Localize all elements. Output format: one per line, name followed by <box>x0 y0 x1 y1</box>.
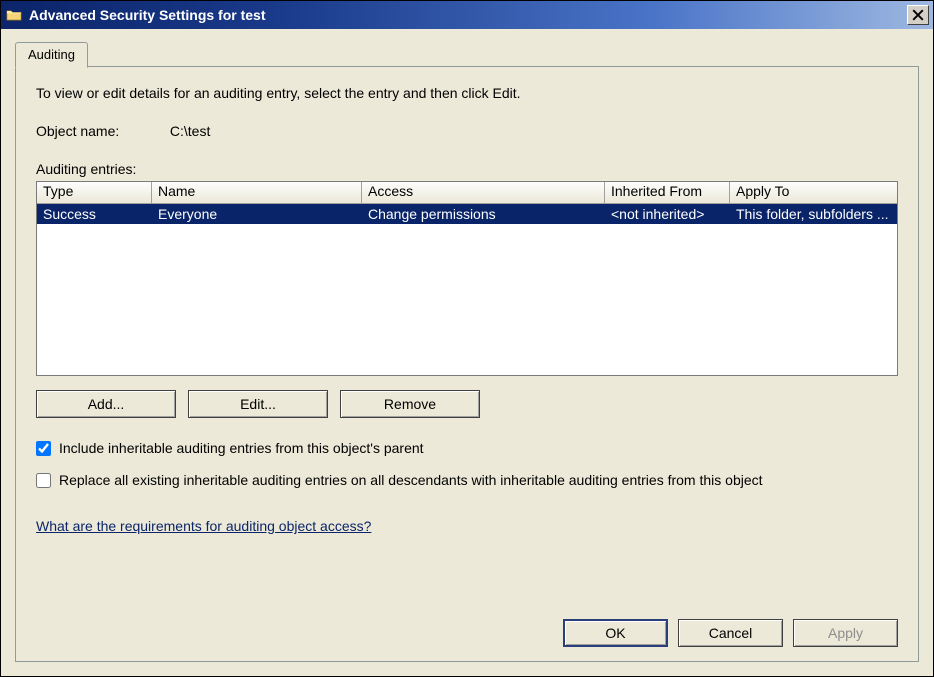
col-header-access[interactable]: Access <box>362 182 605 203</box>
col-header-type[interactable]: Type <box>37 182 152 203</box>
tab-auditing[interactable]: Auditing <box>15 42 88 68</box>
intro-text: To view or edit details for an auditing … <box>36 85 898 101</box>
cell-apply: This folder, subfolders ... <box>730 206 897 222</box>
tab-panel-auditing: To view or edit details for an auditing … <box>15 66 919 662</box>
dialog-buttons: OK Cancel Apply <box>36 607 898 647</box>
table-row[interactable]: Success Everyone Change permissions <not… <box>37 204 897 224</box>
cell-access: Change permissions <box>362 206 605 222</box>
content-area: Auditing To view or edit details for an … <box>1 29 933 676</box>
cell-type: Success <box>37 206 152 222</box>
list-body: Success Everyone Change permissions <not… <box>37 204 897 224</box>
close-icon <box>912 9 924 21</box>
auditing-entries-label: Auditing entries: <box>36 161 898 177</box>
col-header-name[interactable]: Name <box>152 182 362 203</box>
entry-buttons: Add... Edit... Remove <box>36 390 898 418</box>
replace-inheritable-label: Replace all existing inheritable auditin… <box>59 472 763 488</box>
ok-button[interactable]: OK <box>563 619 668 647</box>
remove-button[interactable]: Remove <box>340 390 480 418</box>
cancel-button[interactable]: Cancel <box>678 619 783 647</box>
window-title: Advanced Security Settings for test <box>29 7 907 23</box>
object-name-row: Object name: C:\test <box>36 123 898 139</box>
apply-button: Apply <box>793 619 898 647</box>
folder-icon <box>5 6 23 24</box>
list-header: Type Name Access Inherited From Apply To <box>37 182 897 204</box>
replace-inheritable-row[interactable]: Replace all existing inheritable auditin… <box>36 472 898 488</box>
replace-inheritable-checkbox[interactable] <box>36 473 51 488</box>
include-inheritable-label: Include inheritable auditing entries fro… <box>59 440 424 456</box>
tabs: Auditing <box>15 41 919 67</box>
cell-inherited: <not inherited> <box>605 206 730 222</box>
auditing-entries-list[interactable]: Type Name Access Inherited From Apply To… <box>36 181 898 376</box>
col-header-inherited[interactable]: Inherited From <box>605 182 730 203</box>
cell-name: Everyone <box>152 206 362 222</box>
col-header-apply[interactable]: Apply To <box>730 182 897 203</box>
add-button[interactable]: Add... <box>36 390 176 418</box>
edit-button[interactable]: Edit... <box>188 390 328 418</box>
include-inheritable-row[interactable]: Include inheritable auditing entries fro… <box>36 440 898 456</box>
object-name-value: C:\test <box>170 123 210 139</box>
include-inheritable-checkbox[interactable] <box>36 441 51 456</box>
dialog-window: Advanced Security Settings for test Audi… <box>0 0 934 677</box>
help-link[interactable]: What are the requirements for auditing o… <box>36 518 898 534</box>
object-name-label: Object name: <box>36 123 166 139</box>
titlebar: Advanced Security Settings for test <box>1 1 933 29</box>
close-button[interactable] <box>907 5 929 25</box>
